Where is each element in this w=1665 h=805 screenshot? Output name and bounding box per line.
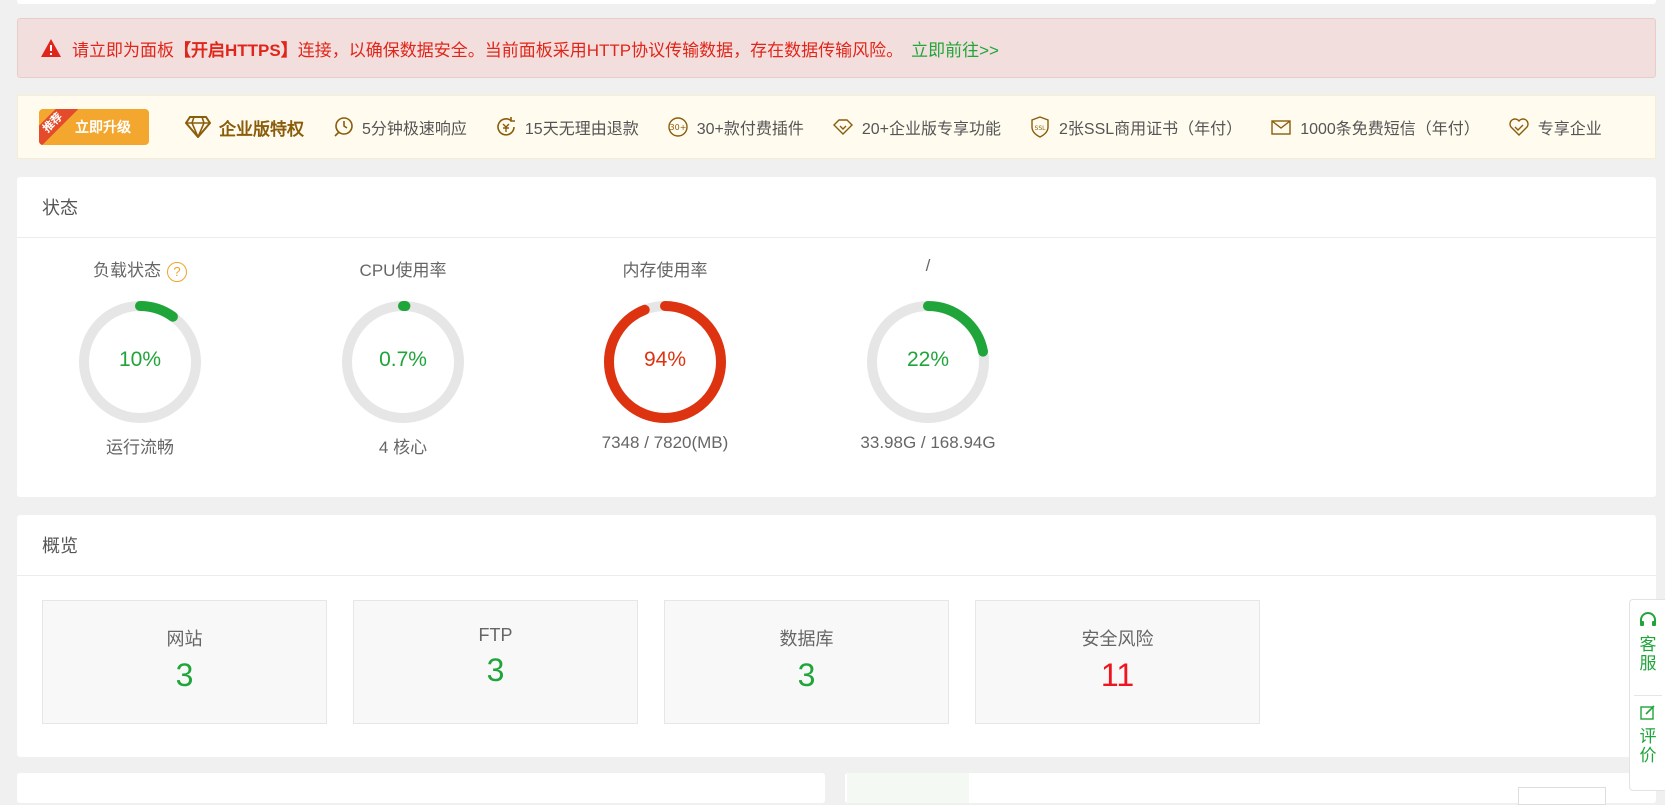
- go-https-link[interactable]: 立即前往>>: [911, 36, 999, 61]
- feature-label: 20+企业版专享功能: [861, 121, 1002, 138]
- overview-card-value: 11: [1100, 657, 1135, 693]
- diamond-outline-icon: [832, 119, 853, 135]
- side-float-toolbar: 客服 评价: [1629, 599, 1665, 791]
- overview-card-value: 3: [175, 657, 194, 693]
- feature-item: SSL 2张SSL商用证书（年付）: [1029, 115, 1242, 139]
- overview-card-value: 3: [797, 657, 816, 693]
- feature-item: 1000条免费短信（年付）: [1270, 115, 1480, 139]
- bottom-right-panel: [845, 773, 1656, 805]
- upgrade-now-label: 立即升级: [75, 119, 131, 135]
- overview-card-ftp[interactable]: FTP 3: [353, 600, 638, 724]
- overview-panel: 概览 网站 3 FTP 3 数据库 3 安全风险 11: [17, 515, 1656, 757]
- feature-label: 2张SSL商用证书（年付）: [1059, 121, 1243, 138]
- overview-card-label: FTP: [478, 625, 513, 645]
- feature-item: 30+ 30+款付费插件: [667, 115, 804, 139]
- enterprise-privileges-bar: 推荐 立即升级 企业版特权 5分钟极速响应 15天无理由退款 30+ 30+款付…: [17, 95, 1656, 159]
- status-panel: 状态 负载状态? 10% 运行流畅 CPU使用率 0.7% 4 核心 内存使用率 9…: [17, 177, 1656, 497]
- status-panel-title: 状态: [17, 177, 1656, 238]
- gauge-title: 负载状态?: [40, 256, 240, 282]
- feature-label: 专享企业: [1537, 121, 1602, 138]
- svg-text:SSL: SSL: [1035, 125, 1047, 132]
- ssl-shield-icon: SSL: [1031, 116, 1049, 138]
- customer-service-label: 客服: [1639, 635, 1657, 673]
- review-button[interactable]: 评价: [1630, 704, 1665, 765]
- feature-label: 1000条免费短信（年付）: [1300, 121, 1480, 138]
- help-icon[interactable]: ?: [167, 261, 187, 282]
- memory-gauge-title: 内存使用率: [622, 261, 708, 280]
- select-hint[interactable]: [1518, 787, 1606, 805]
- warning-triangle-icon: [41, 39, 61, 57]
- alert-text-strong: 【开启HTTPS】: [174, 40, 298, 60]
- gauge-value: 10%: [118, 348, 162, 371]
- mail-icon: [1271, 120, 1291, 135]
- feature-item: 15天无理由退款: [495, 115, 639, 139]
- overview-card-label: 网站: [166, 629, 203, 649]
- https-warning-alert: 请立即为面板 【开启HTTPS】 连接，以确保数据安全。当前面板采用HTTP协议…: [17, 18, 1656, 78]
- overview-card-sites[interactable]: 网站 3: [42, 600, 327, 724]
- feature-item: 5分钟极速响应: [332, 115, 467, 139]
- feature-item: 专享企业: [1508, 115, 1602, 139]
- overview-panel-title: 概览: [17, 515, 1656, 576]
- disk-gauge-title: /: [925, 256, 931, 275]
- feature-label: 30+款付费插件: [696, 121, 804, 138]
- bottom-left-panel: [17, 773, 825, 803]
- gauge-value: 22%: [906, 348, 950, 371]
- upgrade-now-button[interactable]: 推荐 立即升级: [39, 109, 149, 145]
- active-tab-hint[interactable]: [847, 773, 969, 803]
- alert-text-prefix: 请立即为面板: [72, 40, 174, 60]
- gauge-subtitle: 运行流畅: [106, 438, 174, 457]
- overview-card-label: 安全风险: [1081, 629, 1154, 649]
- heart-service-icon: [1509, 118, 1529, 136]
- customer-service-button[interactable]: 客服: [1630, 612, 1665, 673]
- previous-panel-edge: [17, 0, 1656, 4]
- overview-card-label: 数据库: [779, 629, 834, 649]
- gauge-subtitle: 7348 / 7820(MB): [601, 433, 729, 452]
- cpu-gauge-title: CPU使用率: [359, 261, 447, 280]
- feature-item: 20+企业版专享功能: [832, 115, 1001, 139]
- enterprise-title-text: 企业版特权: [219, 119, 304, 139]
- alert-text-suffix: 连接，以确保数据安全。当前面板采用HTTP协议传输数据，存在数据传输风险。: [297, 40, 904, 60]
- refund-icon: [497, 117, 515, 136]
- gauge-subtitle: 4 核心: [378, 438, 428, 457]
- overview-card-security-risk[interactable]: 安全风险 11: [975, 600, 1260, 724]
- feature-label: 15天无理由退款: [524, 121, 639, 138]
- recommend-ribbon: 推荐: [39, 109, 79, 145]
- gauge-value: 94%: [643, 348, 687, 371]
- side-toolbar-divider: [1634, 695, 1662, 696]
- enterprise-title: 企业版特权: [185, 115, 304, 140]
- feature-label: 5分钟极速响应: [362, 121, 467, 138]
- plugin-30-icon: 30+: [668, 117, 688, 137]
- gauge-value: 0.7%: [379, 348, 427, 371]
- review-label: 评价: [1639, 727, 1657, 765]
- overview-card-value: 3: [486, 652, 505, 688]
- diamond-icon: [185, 116, 211, 138]
- overview-card-database[interactable]: 数据库 3: [664, 600, 949, 724]
- edit-icon: [1640, 705, 1655, 720]
- headset-icon: [1640, 612, 1656, 626]
- load-gauge-title: 负载状态: [93, 261, 161, 280]
- clock-icon: [334, 117, 353, 137]
- gauge-subtitle: 33.98G / 168.94G: [860, 433, 996, 452]
- svg-text:30+: 30+: [669, 123, 686, 132]
